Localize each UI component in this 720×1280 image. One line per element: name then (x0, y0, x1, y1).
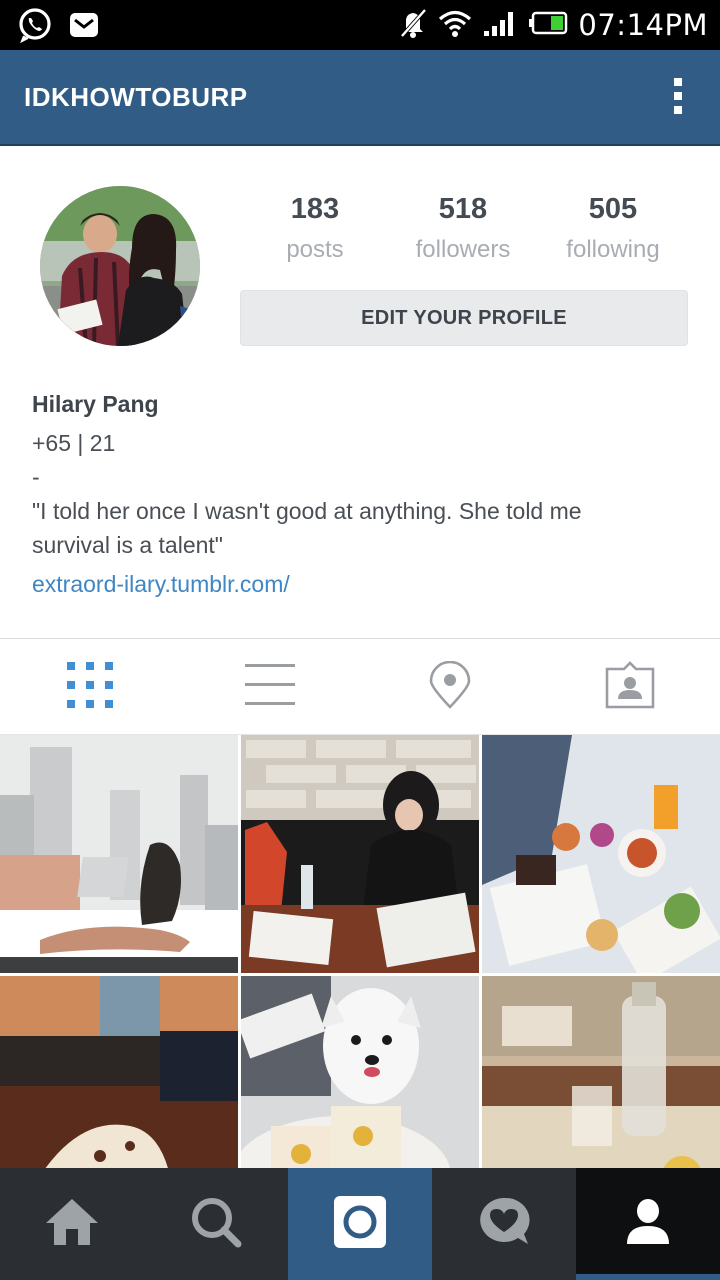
overflow-menu-icon[interactable] (672, 78, 684, 118)
battery-icon (528, 10, 568, 41)
photo-thumbnail[interactable] (482, 735, 720, 973)
bottom-navigation (0, 1168, 720, 1280)
nav-home[interactable] (0, 1168, 144, 1280)
wifi-icon (438, 8, 472, 43)
website-link[interactable]: extraord-ilary.tumblr.com/ (32, 566, 692, 602)
posts-label: posts (286, 236, 344, 263)
search-icon (190, 1196, 242, 1253)
profile-username-title: IDKHOWTOBURP (24, 82, 248, 112)
silent-icon (398, 7, 428, 44)
signal-icon (482, 9, 518, 42)
followers-label: followers (415, 236, 511, 263)
profile-avatar[interactable] (40, 186, 200, 346)
photo-thumbnail[interactable] (241, 976, 479, 1168)
bio-line: - (32, 464, 40, 490)
heart-bubble-icon (477, 1196, 531, 1253)
clock: 07:14PM (578, 8, 708, 42)
nav-profile[interactable] (576, 1168, 720, 1280)
nav-camera[interactable] (288, 1168, 432, 1280)
tab-list-view[interactable] (180, 639, 360, 735)
followers-stat[interactable]: 518 followers (388, 188, 538, 264)
grid-icon (67, 661, 113, 713)
posts-stat[interactable]: 183 posts (240, 188, 390, 264)
following-stat[interactable]: 505 following (538, 188, 688, 264)
photo-thumbnail[interactable] (0, 735, 238, 973)
tab-map-view[interactable] (360, 639, 540, 735)
tab-tagged-photos[interactable] (540, 639, 720, 735)
person-icon (625, 1198, 671, 1251)
photo-grid (0, 735, 720, 1168)
edit-profile-button[interactable]: EDIT YOUR PROFILE (240, 290, 688, 346)
bio-line: +65 | 21 (32, 430, 116, 456)
posts-count: 183 (290, 193, 340, 225)
profile-stats: 183 posts 518 followers 505 following (240, 188, 688, 278)
whatsapp-icon (16, 6, 54, 49)
bio-quote: "I told her once I wasn't good at anythi… (32, 498, 582, 524)
action-bar: IDKHOWTOBURP (0, 50, 720, 146)
followers-count: 518 (438, 193, 488, 225)
following-label: following (566, 236, 660, 263)
active-tab-indicator (576, 1274, 720, 1280)
full-name: Hilary Pang (32, 391, 159, 417)
nav-activity[interactable] (432, 1168, 576, 1280)
location-pin-icon (429, 660, 471, 714)
nav-search[interactable] (144, 1168, 288, 1280)
following-count: 505 (588, 193, 638, 225)
profile-bio: Hilary Pang +65 | 21 - "I told her once … (32, 388, 692, 602)
photo-thumbnail[interactable] (0, 976, 238, 1168)
bio-quote: survival is a talent" (32, 532, 223, 558)
email-icon (68, 9, 100, 46)
photo-thumbnail[interactable] (482, 976, 720, 1168)
list-icon (245, 663, 295, 711)
tab-grid-view[interactable] (0, 639, 180, 735)
profile-view-tabs (0, 639, 720, 735)
tagged-person-icon (605, 660, 655, 714)
home-icon (44, 1197, 100, 1252)
camera-icon (334, 1195, 386, 1253)
status-bar: 07:14PM (0, 0, 720, 50)
photo-thumbnail[interactable] (241, 735, 479, 973)
